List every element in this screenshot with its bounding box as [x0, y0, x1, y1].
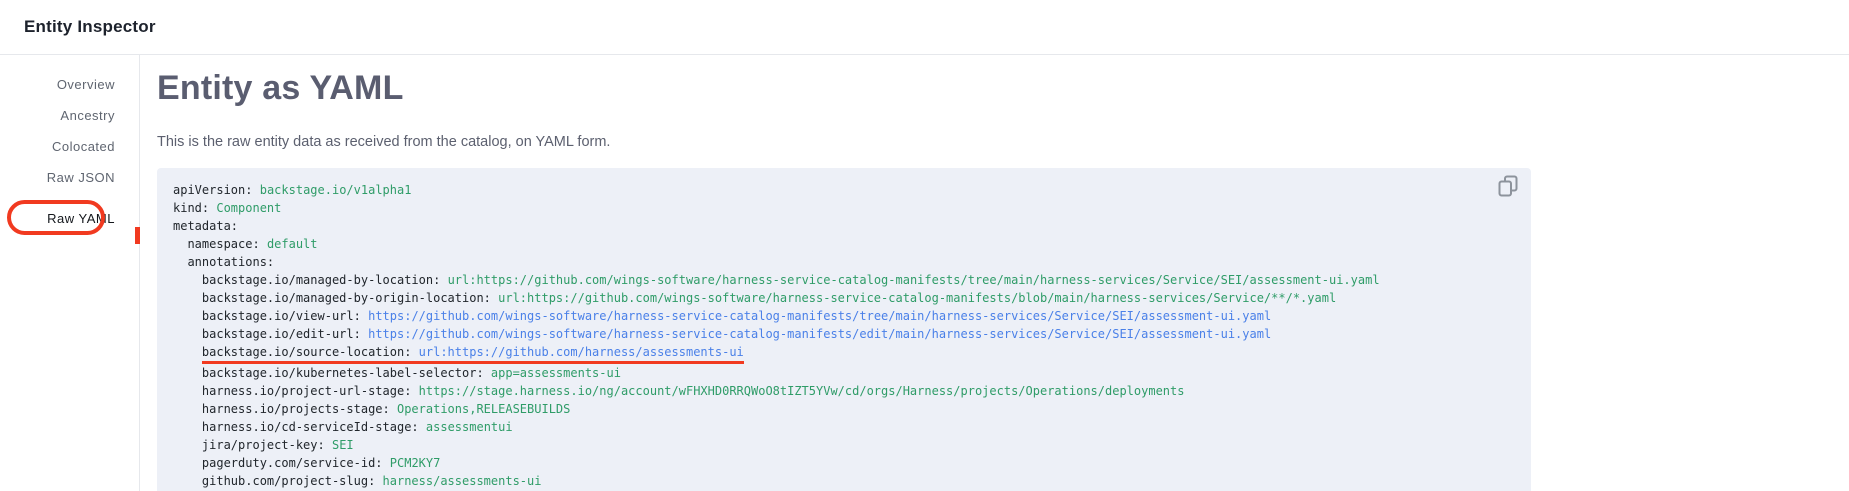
yaml-line-content: namespace: default: [187, 235, 317, 253]
yaml-indent: [173, 402, 202, 416]
yaml-line-content: backstage.io/kubernetes-label-selector: …: [202, 364, 621, 382]
yaml-line: backstage.io/edit-url: https://github.co…: [173, 325, 1515, 343]
yaml-key: harness.io/project-url-stage:: [202, 384, 412, 398]
yaml-value-link[interactable]: https://github.com/wings-software/harnes…: [368, 309, 1271, 323]
yaml-value: PCM2KY7: [390, 456, 441, 470]
yaml-value: app=assessments-ui: [491, 366, 621, 380]
entity-inspector-dialog: Entity Inspector OverviewAncestryColocat…: [0, 0, 1849, 491]
yaml-line: github.com/project-slug: harness/assessm…: [173, 472, 1515, 490]
yaml-line-content: jira/project-key: SEI: [202, 436, 354, 454]
yaml-line-content: pagerduty.com/service-id: PCM2KY7: [202, 454, 440, 472]
yaml-value-link[interactable]: url:https://github.com/harness/assessmen…: [419, 345, 744, 359]
yaml-indent: [173, 273, 202, 287]
yaml-line: backstage.io/source-location: url:https:…: [173, 343, 1515, 364]
yaml-value-link[interactable]: https://github.com/wings-software/harnes…: [368, 327, 1271, 341]
yaml-value: Operations,RELEASEBUILDS: [397, 402, 570, 416]
yaml-indent: [173, 366, 202, 380]
yaml-value: SEI: [332, 438, 354, 452]
yaml-key: apiVersion:: [173, 183, 252, 197]
yaml-line-content: harness.io/project-url-stage: https://st…: [202, 382, 1185, 400]
yaml-lines: apiVersion: backstage.io/v1alpha1kind: C…: [173, 181, 1515, 490]
yaml-key: backstage.io/managed-by-origin-location:: [202, 291, 491, 305]
yaml-key: namespace:: [187, 237, 259, 251]
yaml-key: backstage.io/source-location:: [202, 345, 412, 359]
page-description: This is the raw entity data as received …: [157, 132, 1531, 152]
yaml-line-content: backstage.io/managed-by-location: url:ht…: [202, 271, 1380, 289]
yaml-key: harness.io/projects-stage:: [202, 402, 390, 416]
yaml-line-content: github.com/project-slug: harness/assessm…: [202, 472, 542, 490]
yaml-line: kind: Component: [173, 199, 1515, 217]
yaml-indent: [173, 420, 202, 434]
sidebar-item-colocated[interactable]: Colocated: [0, 131, 139, 162]
dialog-title: Entity Inspector: [24, 17, 156, 37]
yaml-indent: [173, 384, 202, 398]
yaml-line: backstage.io/managed-by-origin-location:…: [173, 289, 1515, 307]
yaml-key: jira/project-key:: [202, 438, 325, 452]
yaml-key: annotations:: [187, 255, 274, 269]
inspector-content: Entity as YAML This is the raw entity da…: [140, 55, 1849, 491]
sidebar-item-raw-json[interactable]: Raw JSON: [0, 162, 139, 193]
yaml-key: kind:: [173, 201, 209, 215]
yaml-line-content: apiVersion: backstage.io/v1alpha1: [173, 181, 411, 199]
yaml-line: annotations:: [173, 253, 1515, 271]
yaml-line-content: backstage.io/view-url: https://github.co…: [202, 307, 1271, 325]
yaml-line: harness.io/cd-serviceId-stage: assessmen…: [173, 418, 1515, 436]
sidebar-item-ancestry[interactable]: Ancestry: [0, 100, 139, 131]
yaml-line-content: harness.io/projects-stage: Operations,RE…: [202, 400, 570, 418]
yaml-key: metadata:: [173, 219, 238, 233]
yaml-line: pagerduty.com/service-id: PCM2KY7: [173, 454, 1515, 472]
yaml-line-content: metadata:: [173, 217, 238, 235]
yaml-line: namespace: default: [173, 235, 1515, 253]
yaml-line: backstage.io/kubernetes-label-selector: …: [173, 364, 1515, 382]
yaml-indent: [173, 237, 187, 251]
yaml-line-content: backstage.io/managed-by-origin-location:…: [202, 289, 1336, 307]
yaml-indent: [173, 255, 187, 269]
sidebar-item-overview[interactable]: Overview: [0, 69, 139, 100]
inspector-sidebar: OverviewAncestryColocatedRaw JSON Raw YAM…: [0, 55, 140, 491]
yaml-line: backstage.io/managed-by-location: url:ht…: [173, 271, 1515, 289]
copy-button[interactable]: [1495, 173, 1521, 199]
yaml-value: harness/assessments-ui: [383, 474, 542, 488]
yaml-indent: [173, 327, 202, 341]
copy-icon: [1497, 175, 1519, 197]
yaml-value: Component: [216, 201, 281, 215]
yaml-key: backstage.io/kubernetes-label-selector:: [202, 366, 484, 380]
yaml-value: https://stage.harness.io/ng/account/wFHX…: [419, 384, 1185, 398]
yaml-indent: [173, 456, 202, 470]
dialog-header: Entity Inspector: [0, 0, 1849, 55]
yaml-key: harness.io/cd-serviceId-stage:: [202, 420, 419, 434]
yaml-code-block: apiVersion: backstage.io/v1alpha1kind: C…: [157, 168, 1531, 491]
yaml-indent: [173, 345, 202, 359]
yaml-line: jira/project-key: SEI: [173, 436, 1515, 454]
yaml-key: backstage.io/edit-url:: [202, 327, 361, 341]
page-title: Entity as YAML: [157, 68, 1531, 108]
yaml-indent: [173, 309, 202, 323]
yaml-line-content-annotated: backstage.io/source-location: url:https:…: [202, 343, 744, 364]
yaml-value: url:https://github.com/wings-software/ha…: [498, 291, 1336, 305]
yaml-line: backstage.io/view-url: https://github.co…: [173, 307, 1515, 325]
dialog-body: OverviewAncestryColocatedRaw JSON Raw YAM…: [0, 55, 1849, 491]
yaml-value: url:https://github.com/wings-software/ha…: [448, 273, 1380, 287]
yaml-line: harness.io/project-url-stage: https://st…: [173, 382, 1515, 400]
yaml-indent: [173, 291, 202, 305]
yaml-line: metadata:: [173, 217, 1515, 235]
yaml-value: assessmentui: [426, 420, 513, 434]
yaml-key: backstage.io/managed-by-location:: [202, 273, 440, 287]
yaml-indent: [173, 438, 202, 452]
yaml-line: apiVersion: backstage.io/v1alpha1: [173, 181, 1515, 199]
yaml-value: backstage.io/v1alpha1: [260, 183, 412, 197]
yaml-key: backstage.io/view-url:: [202, 309, 361, 323]
yaml-value: default: [267, 237, 318, 251]
sidebar-item-raw-yaml[interactable]: Raw YAML: [0, 203, 139, 234]
yaml-key: pagerduty.com/service-id:: [202, 456, 383, 470]
yaml-line-content: kind: Component: [173, 199, 281, 217]
yaml-key: github.com/project-slug:: [202, 474, 375, 488]
yaml-line-content: annotations:: [187, 253, 274, 271]
yaml-line-content: harness.io/cd-serviceId-stage: assessmen…: [202, 418, 513, 436]
yaml-line: harness.io/projects-stage: Operations,RE…: [173, 400, 1515, 418]
sidebar-tab-list: OverviewAncestryColocatedRaw JSON Raw YAM…: [0, 55, 139, 234]
yaml-line-content: backstage.io/edit-url: https://github.co…: [202, 325, 1271, 343]
yaml-indent: [173, 474, 202, 488]
